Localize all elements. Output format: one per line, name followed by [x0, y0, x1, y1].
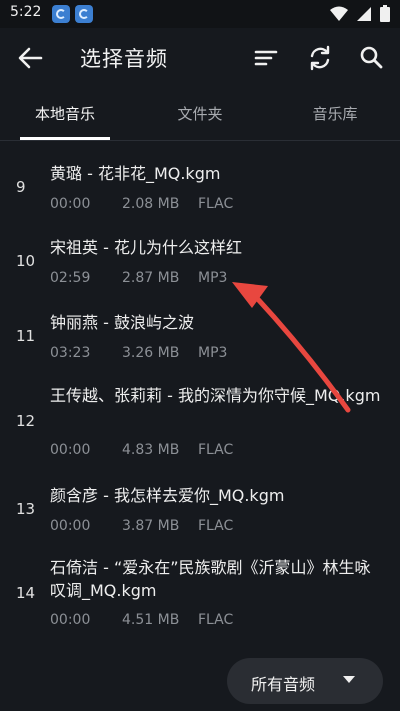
tab-music-library[interactable]: 音乐库: [290, 88, 380, 140]
wifi-icon: [330, 6, 348, 21]
page-title: 选择音频: [80, 47, 168, 71]
track-format: FLAC: [198, 442, 234, 458]
track-meta: 03:23 3.26 MB MP3: [50, 345, 227, 361]
track-format: FLAC: [198, 612, 234, 628]
track-duration: 00:00: [50, 612, 91, 628]
track-format: FLAC: [198, 196, 234, 212]
track-meta: 00:00 4.83 MB FLAC: [50, 442, 233, 458]
track-number: 13: [16, 500, 36, 518]
app-notification-icon-2: [75, 5, 93, 23]
track-size: 2.87 MB: [122, 270, 180, 286]
track-row[interactable]: 13 颜含彦 - 我怎样去爱你_MQ.kgm 00:00 3.87 MB FLA…: [0, 468, 400, 540]
search-icon: [360, 46, 383, 69]
track-number: 9: [16, 178, 26, 196]
sort-button[interactable]: [252, 44, 280, 72]
track-row[interactable]: 9 黄璐 - 花非花_MQ.kgm 00:00 2.08 MB FLAC: [0, 148, 400, 220]
active-tab-indicator: [20, 137, 110, 140]
track-duration: 00:00: [50, 518, 91, 534]
refresh-button[interactable]: [306, 44, 334, 72]
track-duration: 02:59: [50, 270, 91, 286]
track-number: 12: [16, 412, 36, 430]
tab-bar: 本地音乐 文件夹 音乐库: [0, 88, 400, 141]
track-size: 3.87 MB: [122, 518, 180, 534]
dropdown-caret-icon: [343, 676, 355, 683]
track-size: 4.51 MB: [122, 612, 180, 628]
track-title: 王传越、张莉莉 - 我的深情为你守候_MQ.kgm: [50, 386, 381, 405]
track-row[interactable]: 14 石倚洁 - “爱永在”民族歌剧《沂蒙山》林生咏叹调_MQ.kgm 00:0…: [0, 540, 400, 640]
status-time: 5:22: [10, 4, 42, 20]
track-size: 2.08 MB: [122, 196, 180, 212]
back-button[interactable]: [16, 44, 44, 72]
track-number: 14: [16, 584, 36, 602]
track-meta: 02:59 2.87 MB MP3: [50, 270, 227, 286]
app-toolbar: 选择音频: [0, 28, 400, 88]
back-arrow-icon: [18, 47, 43, 69]
track-duration: 00:00: [50, 442, 91, 458]
track-row[interactable]: 11 钟丽燕 - 鼓浪屿之波 03:23 3.26 MB MP3: [0, 295, 400, 368]
filter-label: 所有音频: [251, 675, 316, 694]
track-size: 3.26 MB: [122, 345, 180, 361]
track-row[interactable]: 10 宋祖英 - 花儿为什么这样红 02:59 2.87 MB MP3: [0, 220, 400, 295]
track-title: 钟丽燕 - 鼓浪屿之波: [50, 313, 194, 332]
track-number: 10: [16, 252, 36, 270]
sort-icon: [254, 50, 278, 66]
app-notification-icon: [52, 5, 70, 23]
track-title: 颜含彦 - 我怎样去爱你_MQ.kgm: [50, 486, 285, 505]
search-button[interactable]: [358, 44, 386, 72]
battery-icon: [380, 5, 390, 22]
track-meta: 00:00 4.51 MB FLAC: [50, 612, 233, 628]
tab-local-music[interactable]: 本地音乐: [20, 88, 110, 140]
track-duration: 03:23: [50, 345, 91, 361]
status-bar: 5:22: [0, 0, 400, 28]
track-list: 9 黄璐 - 花非花_MQ.kgm 00:00 2.08 MB FLAC 10 …: [0, 148, 400, 640]
tab-folders[interactable]: 文件夹: [155, 88, 245, 140]
track-title: 黄璐 - 花非花_MQ.kgm: [50, 164, 221, 183]
track-format: MP3: [198, 345, 228, 361]
track-meta: 00:00 3.87 MB FLAC: [50, 518, 233, 534]
track-row[interactable]: 12 王传越、张莉莉 - 我的深情为你守候_MQ.kgm 00:00 4.83 …: [0, 368, 400, 468]
audio-filter-dropdown[interactable]: 所有音频: [227, 658, 383, 704]
track-number: 11: [16, 327, 36, 345]
track-title: 宋祖英 - 花儿为什么这样红: [50, 238, 242, 257]
track-format: MP3: [198, 270, 228, 286]
track-meta: 00:00 2.08 MB FLAC: [50, 196, 233, 212]
track-size: 4.83 MB: [122, 442, 180, 458]
track-duration: 00:00: [50, 196, 91, 212]
refresh-icon: [310, 45, 330, 71]
track-title: 石倚洁 - “爱永在”民族歌剧《沂蒙山》林生咏叹调_MQ.kgm: [50, 558, 371, 600]
track-format: FLAC: [198, 518, 234, 534]
signal-icon: [357, 6, 371, 21]
